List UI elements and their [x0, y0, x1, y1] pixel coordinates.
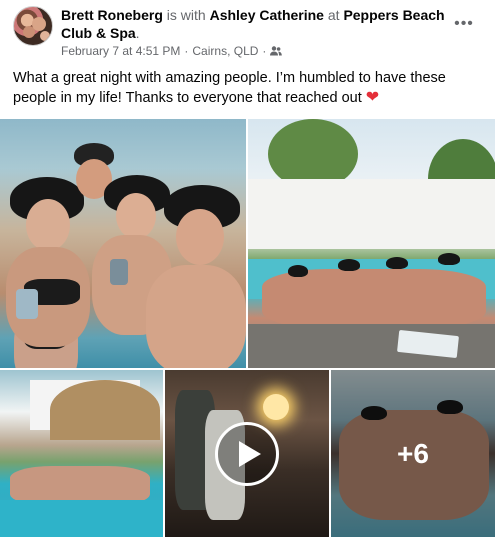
face-shape: [26, 199, 70, 251]
thatched-roof-shape: [50, 380, 160, 440]
photo-2[interactable]: [248, 119, 495, 368]
meta-separator: ·: [184, 44, 189, 58]
more-options-button[interactable]: •••: [448, 8, 480, 40]
friends-icon[interactable]: [270, 46, 283, 56]
photo-3[interactable]: [0, 370, 163, 537]
post-place[interactable]: Cairns, QLD: [192, 43, 258, 59]
cup-shape: [110, 259, 128, 285]
face-shape: [116, 193, 156, 239]
cup-shape: [16, 289, 38, 319]
play-icon[interactable]: [215, 421, 279, 486]
post-header: Brett Roneberg is with Ashley Catherine …: [0, 0, 495, 62]
heart-emoji: ❤: [365, 89, 380, 106]
hat-shape: [386, 257, 408, 269]
with-text: is with: [166, 7, 206, 23]
body-shape: [146, 265, 246, 368]
at-text: at: [327, 7, 340, 23]
post-body: What a great night with amazing people. …: [13, 68, 483, 108]
photo-5-more[interactable]: +6: [331, 370, 495, 537]
hat-shape: [438, 253, 460, 265]
post-body-text: What a great night with amazing people. …: [13, 70, 446, 106]
photo-1[interactable]: [0, 119, 246, 368]
post-meta: February 7 at 4:51 PM · Cairns, QLD ·: [61, 43, 283, 59]
author-name[interactable]: Brett Roneberg: [61, 7, 163, 23]
tagged-friend-name[interactable]: Ashley Catherine: [210, 7, 324, 23]
more-photos-overlay[interactable]: +6: [331, 370, 495, 537]
face-shape: [176, 209, 224, 265]
period-text: .: [135, 25, 140, 41]
pool-shape: [0, 500, 163, 537]
post-header-text: Brett Roneberg is with Ashley Catherine …: [61, 6, 451, 42]
sparkler-shape: [263, 394, 289, 420]
author-avatar[interactable]: [13, 6, 53, 46]
hat-shape: [288, 265, 308, 277]
group-shape: [262, 269, 486, 329]
building-shape: [248, 179, 495, 249]
hat-shape: [338, 259, 360, 271]
post-timestamp[interactable]: February 7 at 4:51 PM: [61, 43, 180, 59]
video-thumbnail[interactable]: [165, 370, 329, 537]
meta-separator-2: ·: [262, 44, 267, 58]
more-photos-count: +6: [397, 437, 429, 469]
